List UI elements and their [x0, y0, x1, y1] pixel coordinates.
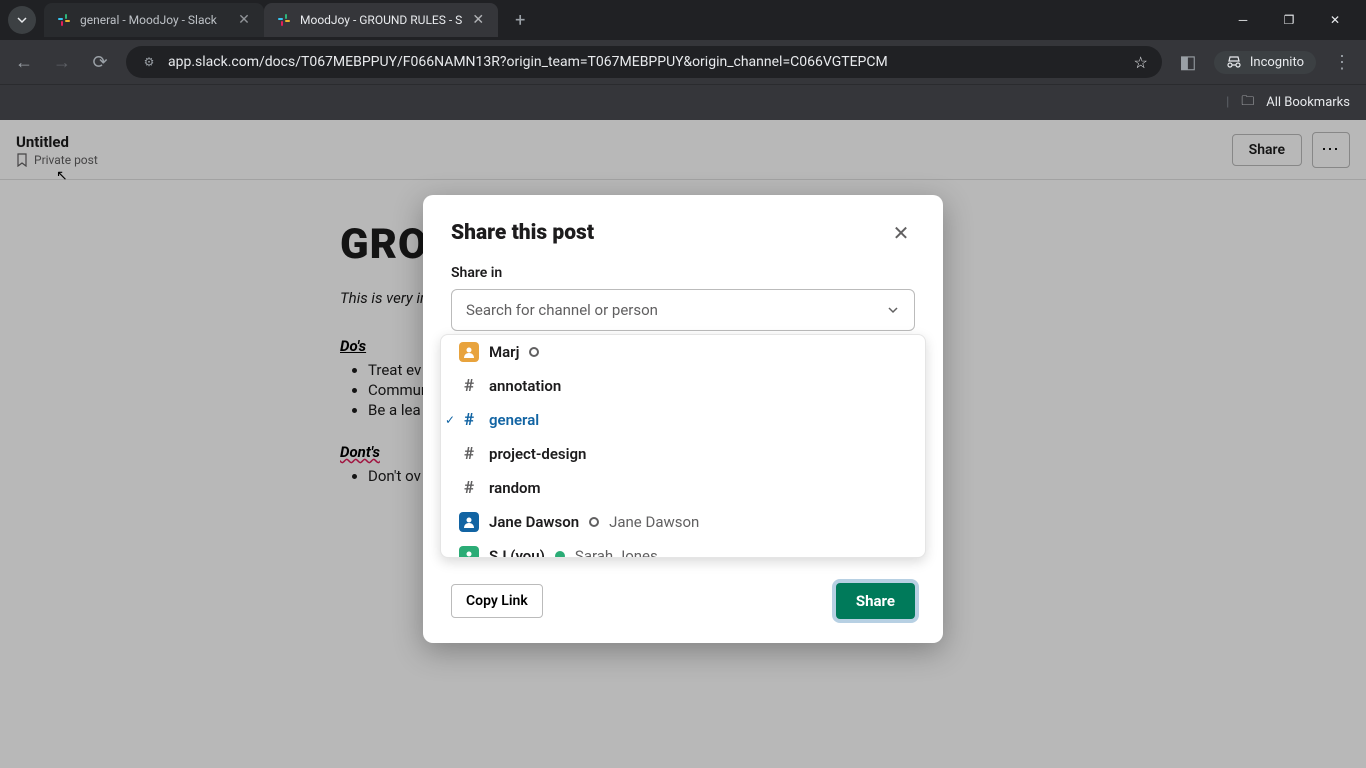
select-placeholder: Search for channel or person: [466, 301, 658, 319]
presence-indicator: [529, 347, 539, 357]
window-controls: ─ ❐ ✕: [1220, 0, 1358, 40]
bookmark-star-icon[interactable]: ☆: [1134, 53, 1148, 72]
dropdown-option-jane-dawson[interactable]: Jane Dawson Jane Dawson: [441, 505, 925, 539]
modal-close-button[interactable]: ✕: [887, 219, 915, 247]
maximize-button[interactable]: ❐: [1266, 0, 1312, 40]
slack-document-area: Untitled Private post Share ⋯ GRO This i…: [0, 120, 1366, 768]
dropdown-option-sj-you-[interactable]: SJ (you) Sarah Jones: [441, 539, 925, 558]
browser-menu-button[interactable]: ⋮: [1330, 50, 1354, 74]
option-name: general: [489, 411, 539, 429]
incognito-label: Incognito: [1250, 55, 1304, 70]
dropdown-option-random[interactable]: # random: [441, 471, 925, 505]
tab-title: general - MoodJoy - Slack: [80, 13, 228, 27]
bookmarks-bar: | 🗀 All Bookmarks: [0, 84, 1366, 120]
user-avatar: [459, 512, 479, 532]
share-target-select[interactable]: Search for channel or person Marj#annota…: [451, 289, 915, 331]
share-target-dropdown: Marj#annotation✓#general#project-design#…: [440, 334, 926, 558]
new-tab-button[interactable]: +: [506, 6, 534, 34]
browser-tab[interactable]: MoodJoy - GROUND RULES - S ✕: [264, 3, 498, 37]
option-secondary: Jane Dawson: [609, 513, 699, 531]
dropdown-option-annotation[interactable]: # annotation: [441, 369, 925, 403]
incognito-icon: [1226, 55, 1242, 69]
hash-icon: #: [459, 444, 479, 464]
presence-indicator: [555, 551, 565, 558]
side-panel-button[interactable]: ◧: [1176, 50, 1200, 74]
option-name: project-design: [489, 445, 586, 463]
slack-favicon-icon: [276, 12, 292, 28]
option-name: SJ (you): [489, 547, 545, 558]
dropdown-option-general[interactable]: ✓ # general: [441, 403, 925, 437]
browser-chrome: general - MoodJoy - Slack ✕ MoodJoy - GR…: [0, 0, 1366, 120]
option-name: Marj: [489, 343, 519, 361]
tab-close-button[interactable]: ✕: [236, 12, 252, 28]
modal-title: Share this post: [451, 221, 594, 245]
tab-close-button[interactable]: ✕: [470, 12, 486, 28]
option-name: random: [489, 479, 541, 497]
hash-icon: #: [459, 376, 479, 396]
hash-icon: #: [459, 410, 479, 430]
chevron-down-icon: [886, 303, 900, 317]
share-post-modal: Share this post ✕ Share in Search for ch…: [423, 195, 943, 643]
address-bar: ← → ⟳ ⚙ app.slack.com/docs/T067MEBPPUY/F…: [0, 40, 1366, 84]
option-name: annotation: [489, 377, 561, 395]
site-settings-icon[interactable]: ⚙: [140, 53, 158, 71]
presence-indicator: [589, 517, 599, 527]
share-in-label: Share in: [451, 265, 915, 281]
user-avatar: [459, 342, 479, 362]
tab-search-button[interactable]: [8, 6, 36, 34]
tab-title: MoodJoy - GROUND RULES - S: [300, 13, 462, 27]
close-window-button[interactable]: ✕: [1312, 0, 1358, 40]
folder-icon: 🗀: [1241, 92, 1254, 114]
dropdown-option-marj[interactable]: Marj: [441, 335, 925, 369]
option-secondary: Sarah Jones: [575, 547, 658, 558]
browser-tab[interactable]: general - MoodJoy - Slack ✕: [44, 3, 264, 37]
reload-button[interactable]: ⟳: [88, 50, 112, 74]
hash-icon: #: [459, 478, 479, 498]
user-avatar: [459, 546, 479, 558]
incognito-badge[interactable]: Incognito: [1214, 51, 1316, 74]
share-submit-button[interactable]: Share: [836, 583, 915, 619]
all-bookmarks-button[interactable]: All Bookmarks: [1266, 95, 1350, 110]
minimize-button[interactable]: ─: [1220, 0, 1266, 40]
back-button[interactable]: ←: [12, 50, 36, 74]
url-input[interactable]: ⚙ app.slack.com/docs/T067MEBPPUY/F066NAM…: [126, 46, 1162, 78]
check-icon: ✓: [445, 413, 455, 427]
url-text: app.slack.com/docs/T067MEBPPUY/F066NAMN1…: [168, 54, 1124, 70]
option-name: Jane Dawson: [489, 513, 579, 531]
dropdown-option-project-design[interactable]: # project-design: [441, 437, 925, 471]
chevron-down-icon: [16, 14, 28, 26]
tab-bar: general - MoodJoy - Slack ✕ MoodJoy - GR…: [0, 0, 1366, 40]
copy-link-button[interactable]: Copy Link: [451, 584, 543, 618]
forward-button[interactable]: →: [50, 50, 74, 74]
slack-favicon-icon: [56, 12, 72, 28]
